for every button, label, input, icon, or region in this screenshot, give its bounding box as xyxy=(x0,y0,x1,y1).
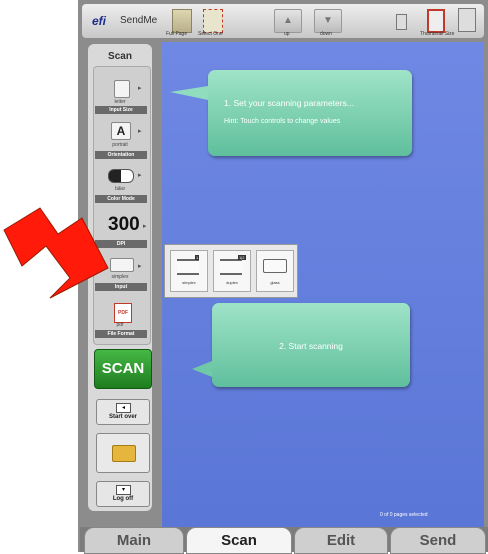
orientation-value: portrait xyxy=(112,142,128,148)
orientation-button[interactable]: A xyxy=(111,122,131,140)
start-over-label: Start over xyxy=(108,414,137,420)
input-size-value: letter xyxy=(114,99,126,105)
down-button[interactable]: ▼ xyxy=(314,9,342,33)
left-arrow-icon: ◂ xyxy=(116,403,131,413)
glass-icon xyxy=(263,259,287,273)
file-format-label: File Format xyxy=(95,330,147,338)
app-name: SendMe xyxy=(120,15,158,26)
select-one-label: Select One xyxy=(198,31,223,37)
chevron-right-icon: ▸ xyxy=(138,85,142,92)
efi-logo: efi xyxy=(92,14,107,28)
duplex-option[interactable]: 1|2 duplex xyxy=(213,250,251,292)
callout2-text: 2. Start scanning xyxy=(279,341,343,351)
scanner-icon xyxy=(177,259,199,275)
chevron-right-icon: ▸ xyxy=(143,223,147,230)
dpi-value-button[interactable]: 300 xyxy=(108,214,140,236)
simplex-option[interactable]: 1 simplex xyxy=(170,250,208,292)
down-arrow-icon: ▾ xyxy=(116,485,131,495)
callout1-hint: Hint: Touch controls to change values xyxy=(224,118,341,125)
page-count: 0 of 0 pages selected xyxy=(380,512,428,518)
open-folder-button[interactable] xyxy=(96,433,150,473)
up-label: up xyxy=(284,31,290,37)
down-label: down xyxy=(320,31,332,37)
log-off-label: Log off xyxy=(112,496,134,502)
tab-edit[interactable]: Edit xyxy=(294,527,388,554)
file-format-value: pdf xyxy=(116,322,124,328)
thumbnail-size-label: Thumbnail Size xyxy=(420,31,455,37)
sidebar-title: Scan xyxy=(108,51,132,62)
callout-pointer xyxy=(192,361,212,377)
callout-set-parameters: 1. Set your scanning parameters... Hint:… xyxy=(170,70,412,156)
orientation-label: Orientation xyxy=(95,151,147,159)
input-options-popup: 1 simplex 1|2 duplex glass xyxy=(164,244,298,298)
thumbnail-medium-button[interactable] xyxy=(427,9,445,33)
thumbnail-small-button[interactable] xyxy=(396,14,407,30)
pdf-icon[interactable]: PDF xyxy=(114,303,132,323)
color-mode-toggle-icon[interactable] xyxy=(108,169,134,183)
callout-start-scanning: 2. Start scanning xyxy=(192,303,410,387)
thumbnail-large-button[interactable] xyxy=(458,8,476,32)
tab-send[interactable]: Send xyxy=(390,527,486,554)
chevron-right-icon: ▸ xyxy=(138,263,142,270)
start-over-button[interactable]: ◂ Start over xyxy=(96,399,150,425)
full-page-button[interactable] xyxy=(172,9,192,33)
full-page-label: Full Page xyxy=(166,31,188,37)
callout1-title: 1. Set your scanning parameters... xyxy=(224,98,354,108)
glass-option[interactable]: glass xyxy=(256,250,294,292)
log-off-button[interactable]: ▾ Log off xyxy=(96,481,150,507)
scan-button[interactable]: SCAN xyxy=(94,349,152,389)
scanner-icon xyxy=(220,259,242,275)
tab-scan[interactable]: Scan xyxy=(186,527,292,554)
select-one-button[interactable] xyxy=(203,9,223,33)
chevron-right-icon: ▸ xyxy=(138,172,142,179)
input-size-label: Input Size xyxy=(95,106,147,114)
red-arrow-icon xyxy=(3,207,109,299)
chevron-right-icon: ▸ xyxy=(138,128,142,135)
input-size-button[interactable] xyxy=(114,80,130,98)
callout-pointer xyxy=(170,86,208,100)
folder-icon xyxy=(112,445,136,462)
scanner-input-icon[interactable] xyxy=(110,258,134,272)
color-mode-value: b&w xyxy=(115,186,125,192)
tab-main[interactable]: Main xyxy=(84,527,184,554)
up-button[interactable]: ▲ xyxy=(274,9,302,33)
